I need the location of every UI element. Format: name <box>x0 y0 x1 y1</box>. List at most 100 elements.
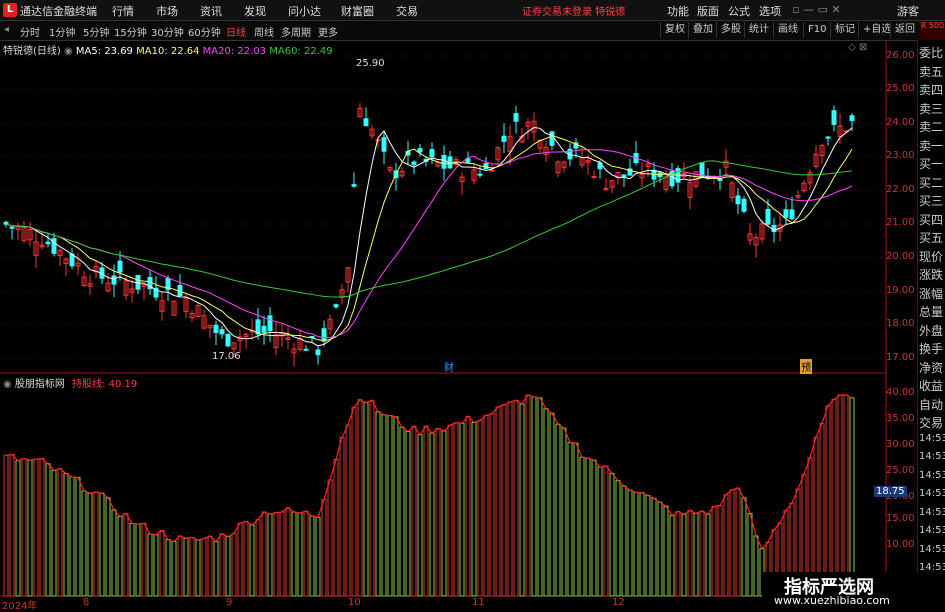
indicator-bar <box>9 453 15 597</box>
indicator-bar <box>687 509 693 597</box>
cai-marker[interactable]: 财 <box>444 359 454 374</box>
indicator-bar <box>111 509 117 597</box>
main-candles <box>3 103 855 367</box>
menu-hangqing[interactable]: 行情 <box>112 3 134 19</box>
period-30min[interactable]: 30分钟 <box>151 24 184 39</box>
period-more[interactable]: 更多 <box>318 24 338 39</box>
period-daily[interactable]: 日线 <box>226 24 246 39</box>
period-1min[interactable]: 1分钟 <box>49 24 75 39</box>
indicator-bar <box>333 459 339 597</box>
watermark-url: www.xuezhibiao.com <box>774 594 890 607</box>
indicator-bar <box>507 401 513 597</box>
indicator-bar <box>261 511 267 597</box>
yu-marker[interactable]: 预 <box>800 359 812 374</box>
indicator-bar <box>603 465 609 597</box>
period-weekly[interactable]: 周线 <box>254 24 274 39</box>
ma5-label: MA5: 23.69 <box>75 46 133 57</box>
indicator-bar <box>237 522 243 597</box>
indicator-bar <box>171 541 177 597</box>
indicator-bar <box>495 406 501 597</box>
fuquan-button[interactable]: 复权 <box>660 22 689 38</box>
ma10-label: MA10: 22.64 <box>136 46 200 57</box>
indicator-bar <box>681 513 687 597</box>
indicator-toggle-icon[interactable]: ◉ <box>3 379 15 390</box>
indicator-bar <box>825 405 831 597</box>
candle-body <box>591 175 597 178</box>
guest-label[interactable]: 游客 <box>897 3 919 19</box>
indicator-name[interactable]: 股朋指标网 <box>15 379 65 390</box>
login-notice[interactable]: 证券交易未登录 特锐德 <box>522 3 625 18</box>
menu-toggle-icon[interactable]: ◂ <box>4 24 9 35</box>
window-controls-icon[interactable]: ▫ — ▭ ✕ <box>792 3 841 16</box>
huaxian-button[interactable]: 画线 <box>773 22 802 38</box>
indicator-bar <box>831 398 837 597</box>
menu-wenxiaoda[interactable]: 问小达 <box>288 3 321 19</box>
chart-settings-icon[interactable]: ◇ ⊠ <box>848 42 867 53</box>
menu-jiaoyi[interactable]: 交易 <box>396 3 418 19</box>
indicator-bar <box>423 425 429 597</box>
side-panel-item: 卖二 <box>919 120 944 134</box>
indicator-bar <box>159 529 165 597</box>
f10-button[interactable]: F10 <box>803 22 830 38</box>
side-panel-item: 涨跌 <box>919 268 944 282</box>
ma60-label: MA60: 22.49 <box>269 46 333 57</box>
indicator-bar <box>417 434 423 597</box>
candle-body <box>177 284 183 296</box>
candle-body <box>117 260 123 273</box>
indicator-bar <box>81 490 87 597</box>
indicator-bar <box>177 535 183 597</box>
indicator-bar <box>393 416 399 597</box>
candle-body <box>411 161 417 166</box>
menu-gongshi[interactable]: 公式 <box>728 3 750 19</box>
menu-zixun[interactable]: 资讯 <box>200 3 222 19</box>
side-panel-item: 卖一 <box>919 138 944 153</box>
indicator-bars <box>3 394 855 597</box>
duogu-button[interactable]: 多股 <box>716 22 745 38</box>
candle-body <box>477 173 483 176</box>
side-panel-item: 总量 <box>919 305 944 319</box>
indicator-bar <box>69 476 75 597</box>
menu-banmian[interactable]: 版面 <box>697 3 719 19</box>
menu-faxian[interactable]: 发现 <box>244 3 266 19</box>
indicator-bar <box>429 432 435 597</box>
collapse-icon[interactable]: ◉ <box>64 46 76 57</box>
indicator-bar <box>843 394 849 597</box>
kline-chart-canvas[interactable] <box>0 40 945 609</box>
candle-body <box>765 208 771 225</box>
period-5min[interactable]: 5分钟 <box>83 24 109 39</box>
candle-body <box>255 319 261 335</box>
menu-xuanxiang[interactable]: 选项 <box>759 3 781 19</box>
indicator-bar <box>183 537 189 597</box>
biaoji-button[interactable]: 标记 <box>830 22 859 38</box>
tongji-button[interactable]: 统计 <box>744 22 773 38</box>
menu-caifuquan[interactable]: 财富圈 <box>341 3 374 19</box>
indicator-bar <box>609 472 615 597</box>
indicator-bar <box>405 430 411 597</box>
indicator-bar <box>657 501 663 597</box>
indicator-bar <box>699 510 705 597</box>
period-15min[interactable]: 15分钟 <box>114 24 147 39</box>
indicator-bar <box>741 497 747 597</box>
indicator-bar <box>477 420 483 597</box>
back-button[interactable]: 返回 <box>890 22 919 38</box>
candle-body <box>333 304 339 308</box>
menu-gongneng[interactable]: 功能 <box>667 3 689 19</box>
indicator-bar <box>435 428 441 597</box>
side-panel-item: 交易 <box>919 416 944 430</box>
low-price-label: 17.06 <box>212 351 241 362</box>
period-fenshi[interactable]: 分时 <box>20 24 40 39</box>
indicator-bar <box>213 540 219 597</box>
indicator-bar <box>309 515 315 597</box>
diejia-button[interactable]: 叠加 <box>688 22 717 38</box>
indicator-bar <box>441 430 447 597</box>
indicator-bar <box>75 476 81 597</box>
indicator-bar <box>561 427 567 597</box>
candle-body <box>789 209 795 220</box>
menu-shichang[interactable]: 市场 <box>156 3 178 19</box>
indicator-bar <box>303 510 309 597</box>
period-60min[interactable]: 60分钟 <box>188 24 221 39</box>
period-multi[interactable]: 多周期 <box>281 24 311 39</box>
indicator-bar <box>93 491 99 597</box>
x-label: 11 <box>472 597 485 608</box>
side-panel-item: 涨幅 <box>919 286 944 301</box>
